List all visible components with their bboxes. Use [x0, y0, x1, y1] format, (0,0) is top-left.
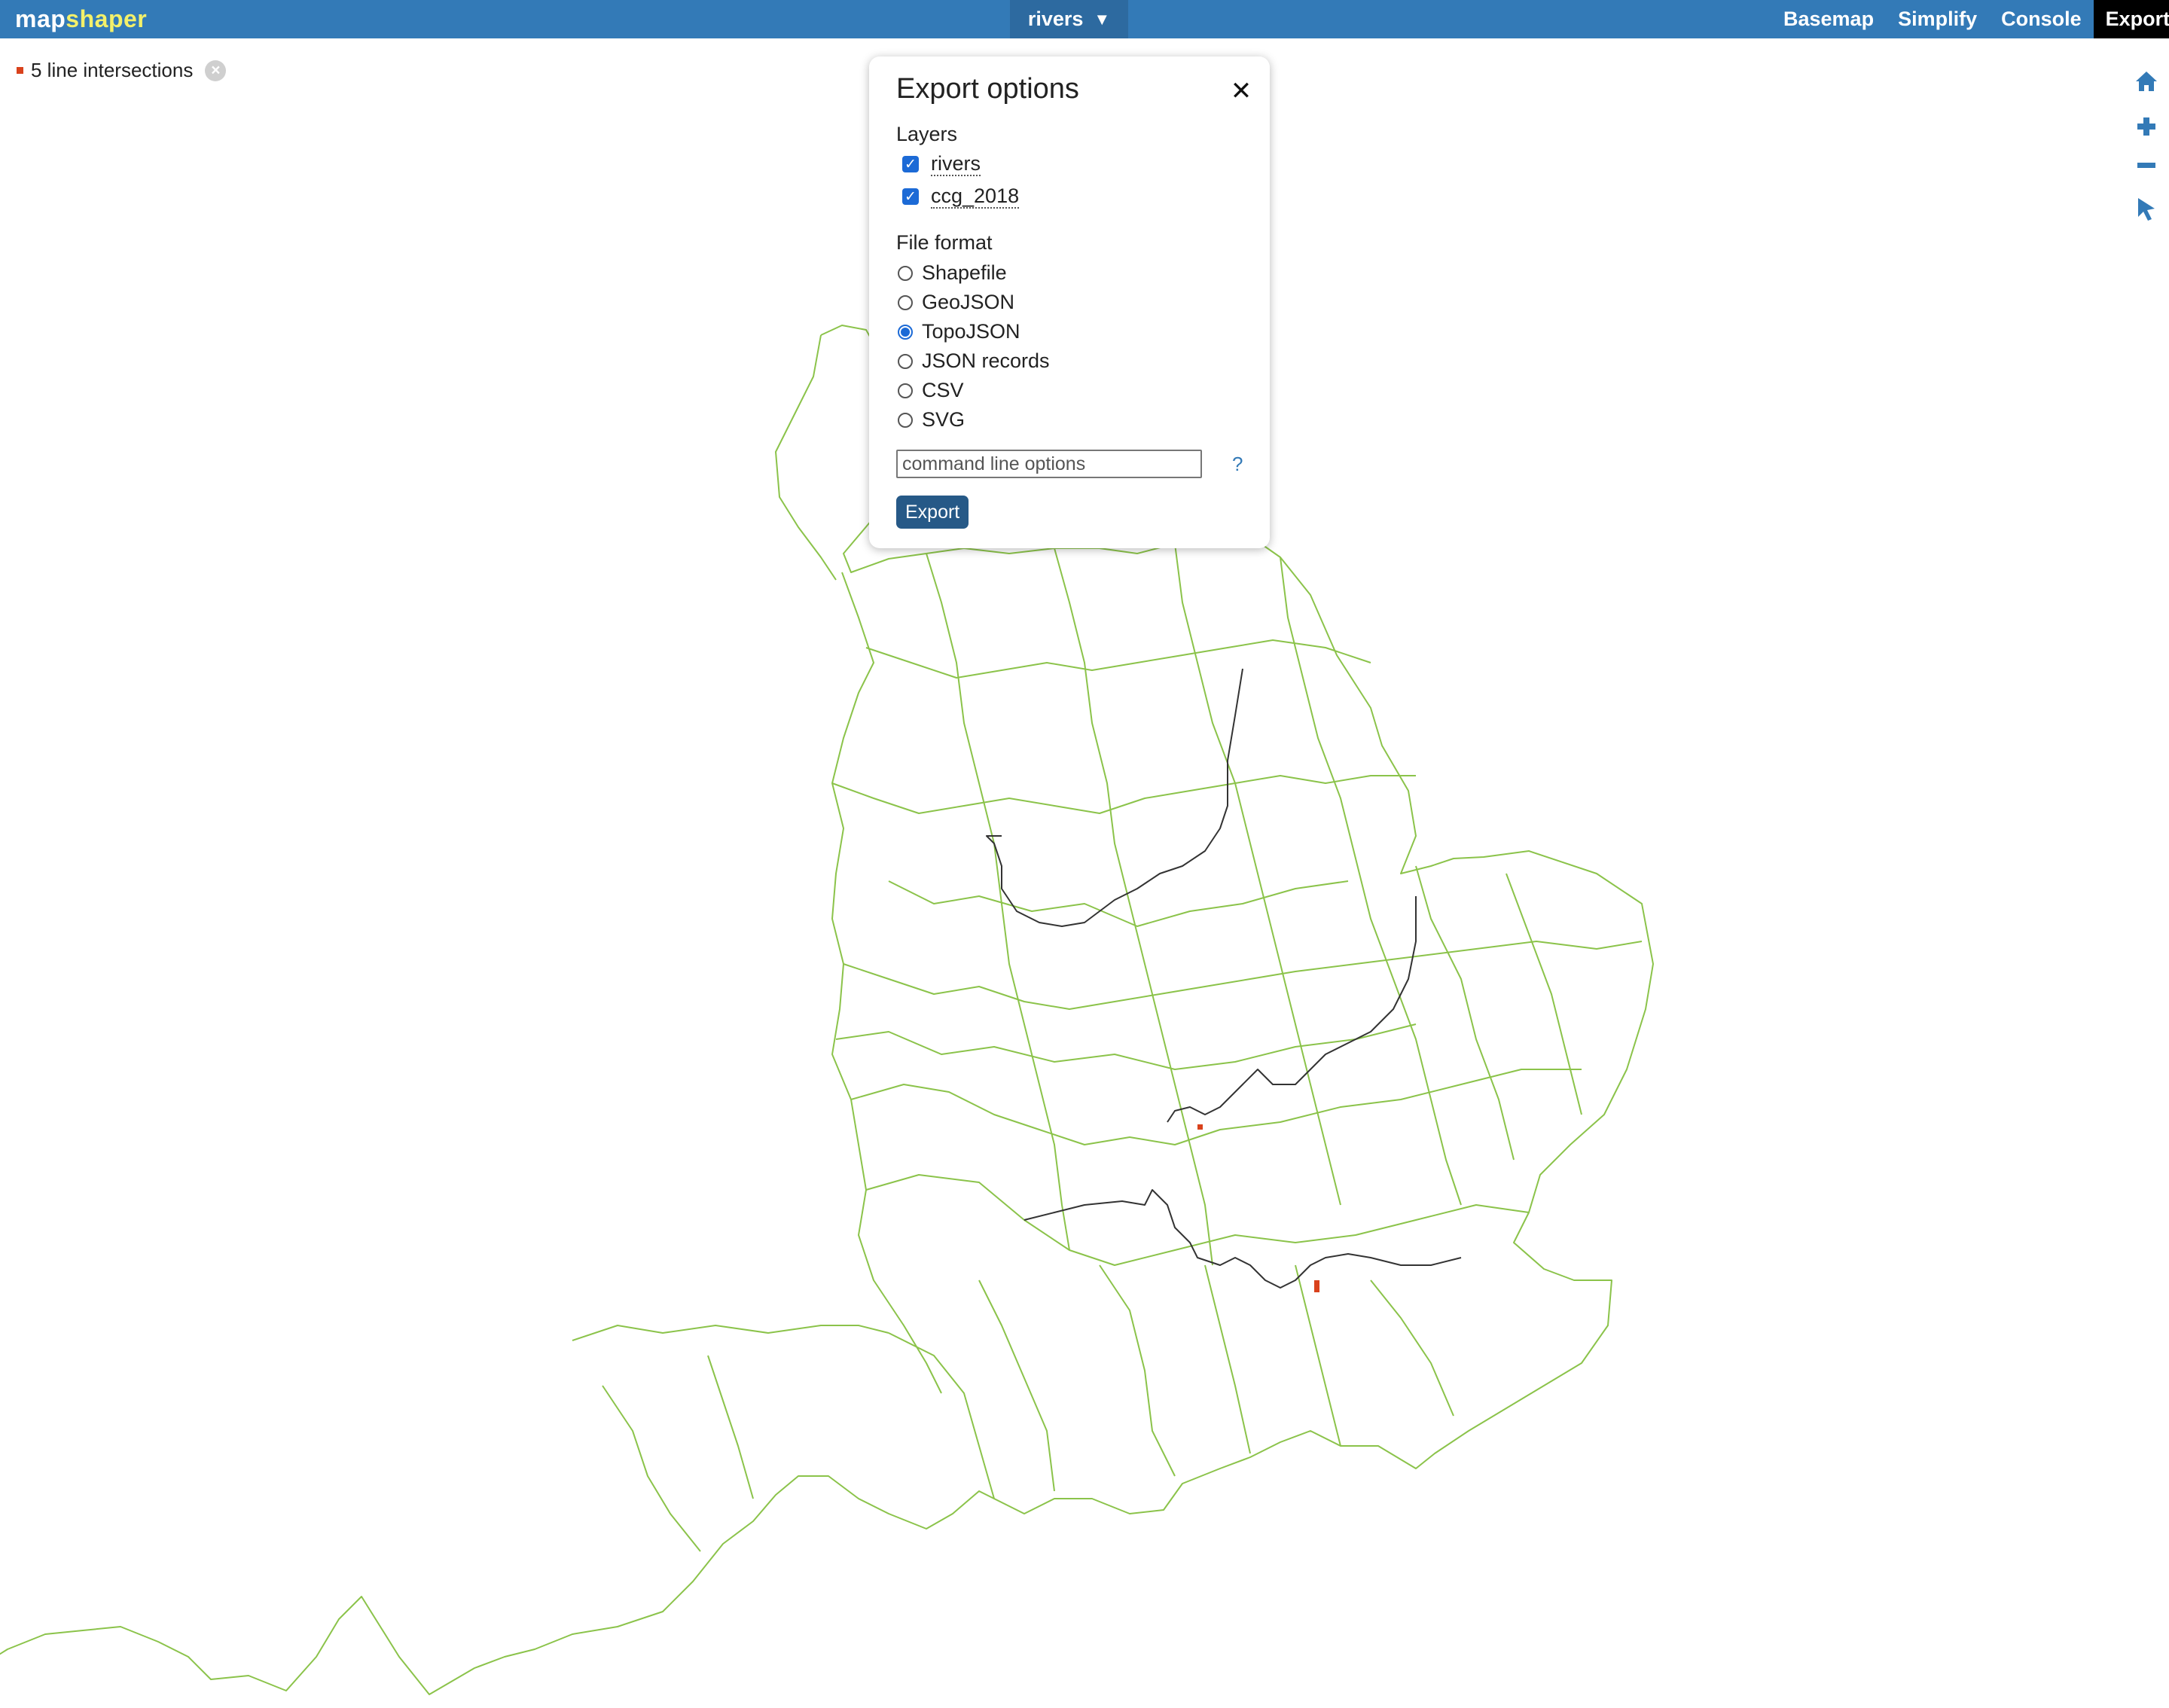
intersection-points	[1197, 1124, 1319, 1292]
format-option-shapefile[interactable]: Shapefile	[898, 261, 1007, 285]
simplify-button[interactable]: Simplify	[1886, 0, 1989, 38]
format-label: JSON records	[922, 349, 1050, 372]
format-option-geojson[interactable]: GeoJSON	[898, 291, 1014, 314]
radio-selected-icon[interactable]	[898, 324, 913, 340]
main-nav: Basemap Simplify Console Export	[1771, 0, 2169, 38]
format-option-svg[interactable]: SVG	[898, 408, 965, 432]
panel-title: Export options	[896, 73, 1079, 105]
layer-checkbox-ccg[interactable]: ✓ ccg_2018	[902, 185, 1020, 209]
format-option-json-records[interactable]: JSON records	[898, 349, 1050, 373]
radio-icon[interactable]	[898, 353, 913, 369]
format-label: CSV	[922, 379, 964, 401]
boundary-lines	[0, 325, 1654, 1695]
export-options-panel: Export options ✕ Layers ✓ rivers ✓ ccg_2…	[869, 56, 1270, 548]
checkbox-checked-icon[interactable]: ✓	[902, 156, 919, 172]
layer-name: rivers	[931, 152, 981, 176]
layers-label: Layers	[896, 123, 958, 145]
checkbox-checked-icon[interactable]: ✓	[902, 188, 919, 205]
file-format-label: File format	[896, 231, 993, 254]
layer-name: ccg_2018	[931, 185, 1020, 209]
river-trent	[986, 668, 1243, 927]
layer-menu-label: rivers	[1027, 8, 1084, 30]
layer-checkbox-rivers[interactable]: ✓ rivers	[902, 152, 981, 176]
export-nav-button[interactable]: Export	[2093, 0, 2169, 38]
home-icon	[2136, 72, 2157, 91]
chevron-down-icon: ▼	[1094, 9, 1111, 29]
top-bar: mapshaper rivers ▼ Basemap Simplify Cons…	[0, 0, 2169, 38]
format-label: TopoJSON	[922, 320, 1020, 343]
console-button[interactable]: Console	[1989, 0, 2094, 38]
intersection-point	[1314, 1280, 1319, 1292]
zoom-in-button[interactable]	[2124, 109, 2169, 144]
close-icon[interactable]: ✕	[1228, 77, 1255, 105]
pointer-button[interactable]	[2124, 192, 2169, 227]
pointer-icon	[2138, 198, 2155, 221]
format-label: Shapefile	[922, 261, 1007, 284]
help-link[interactable]: ?	[1232, 453, 1243, 476]
radio-icon[interactable]	[898, 412, 913, 428]
radio-icon[interactable]	[898, 265, 913, 281]
radio-icon[interactable]	[898, 383, 913, 398]
format-option-topojson[interactable]: TopoJSON	[898, 320, 1020, 343]
format-option-csv[interactable]: CSV	[898, 379, 964, 402]
basemap-button[interactable]: Basemap	[1771, 0, 1886, 38]
app-logo: mapshaper	[15, 5, 148, 32]
zoom-out-button[interactable]	[2124, 148, 2169, 183]
radio-icon[interactable]	[898, 294, 913, 310]
zoom-in-icon	[2137, 117, 2155, 136]
format-label: GeoJSON	[922, 291, 1015, 313]
command-line-options-input[interactable]	[896, 450, 1202, 478]
layer-menu-button[interactable]: rivers ▼	[1010, 0, 1128, 38]
format-label: SVG	[922, 408, 966, 431]
river-thames	[1023, 1189, 1462, 1289]
intersection-point	[1197, 1124, 1203, 1130]
export-button[interactable]: Export	[896, 496, 969, 529]
zoom-out-icon	[2137, 163, 2155, 168]
home-button[interactable]	[2124, 64, 2169, 99]
river-lines	[986, 668, 1462, 1289]
